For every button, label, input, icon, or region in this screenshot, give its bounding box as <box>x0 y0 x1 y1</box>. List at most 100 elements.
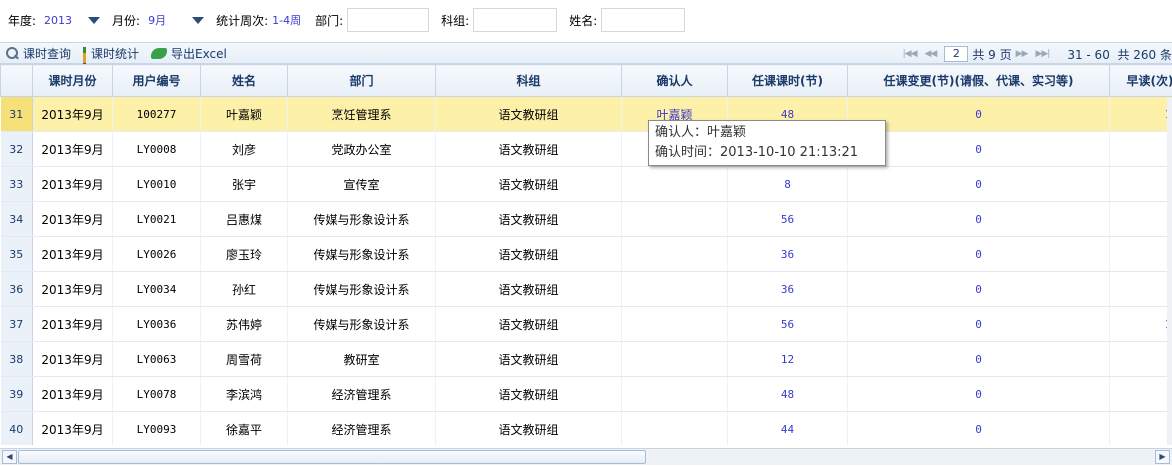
cell-name: 刘彦 <box>200 131 288 167</box>
query-button-label: 课时查询 <box>23 46 72 61</box>
cell-morning-reading: 4 <box>1109 271 1172 307</box>
cell-department: 烹饪管理系 <box>287 96 436 132</box>
table-row[interactable]: 352013年9月LY0026廖玉玲传媒与形象设计系语文教研组 3604 <box>0 236 1172 272</box>
month-select[interactable]: 9月 <box>144 9 205 31</box>
bar-chart-icon <box>83 46 87 76</box>
export-excel-label: 导出Excel <box>171 46 227 61</box>
row-number-header <box>0 64 33 97</box>
prev-page-icon[interactable]: ◀◀ <box>925 49 938 59</box>
month-select-value: 9月 <box>148 14 167 27</box>
cell-morning-reading: 4 <box>1109 236 1172 272</box>
table-row[interactable]: 392013年9月LY0078李滨鸿经济管理系语文教研组 4804 <box>0 376 1172 412</box>
export-excel-button[interactable]: 导出Excel <box>151 45 227 62</box>
scroll-left-icon[interactable]: ◀ <box>2 450 17 464</box>
cell-name: 苏伟婷 <box>200 306 288 342</box>
cell-morning-reading: 0 <box>1109 341 1172 377</box>
column-header[interactable]: 课时月份 <box>32 64 113 97</box>
page-number-input[interactable]: 2 <box>944 46 969 62</box>
first-page-icon[interactable]: |◀◀ <box>903 49 918 59</box>
cell-hours: 12 <box>727 341 848 377</box>
column-header[interactable]: 用户编号 <box>112 64 201 97</box>
table-row[interactable]: 362013年9月LY0034孙红传媒与形象设计系语文教研组3604 <box>0 271 1172 307</box>
cell-department: 经济管理系 <box>287 376 436 412</box>
year-select[interactable]: 2013 <box>40 9 101 31</box>
week-value[interactable]: 1-4周 <box>272 12 301 28</box>
dept-input[interactable] <box>347 8 430 32</box>
cell-month: 2013年9月 <box>32 271 113 307</box>
table-row[interactable]: 312013年9月100277叶嘉颖烹饪管理系语文教研组叶嘉颖48016 <box>0 96 1172 132</box>
cell-group: 语文教研组 <box>435 201 622 237</box>
column-header[interactable]: 姓名 <box>200 64 288 97</box>
cell-confirmer <box>621 341 728 377</box>
column-header[interactable]: 确认人 <box>621 64 728 97</box>
scroll-right-icon[interactable]: ▶ <box>1155 450 1170 464</box>
cell-user-id: LY0010 <box>112 166 201 202</box>
table-row[interactable]: 332013年9月LY0010张宇宣传室语文教研组800 <box>0 166 1172 202</box>
year-label: 年度: <box>8 13 37 28</box>
tooltip-confirm-time: 确认时间：2013-10-10 21:13:21 <box>655 145 859 160</box>
record-range: 31 - 60 共 260 条 <box>1067 47 1172 62</box>
cell-month: 2013年9月 <box>32 376 113 412</box>
cell-confirmer <box>621 166 728 202</box>
search-icon <box>6 46 19 60</box>
row-number: 39 <box>0 376 33 412</box>
table-row[interactable]: 372013年9月LY0036苏伟婷传媒与形象设计系语文教研组 56012 <box>0 306 1172 342</box>
cell-name: 廖玉玲 <box>200 236 288 272</box>
cell-change: 0 <box>847 201 1110 237</box>
cell-department: 传媒与形象设计系 <box>287 306 436 342</box>
column-header[interactable]: 科组 <box>435 64 622 97</box>
cell-user-id: LY0093 <box>112 411 201 445</box>
row-number: 32 <box>0 131 33 167</box>
cell-group: 语文教研组 <box>435 166 622 202</box>
cell-change: 0 <box>847 236 1110 272</box>
cell-change: 0 <box>847 271 1110 307</box>
row-number: 34 <box>0 201 33 237</box>
cell-group: 语文教研组 <box>435 236 622 272</box>
cell-change: 0 <box>847 341 1110 377</box>
cell-change: 0 <box>847 411 1110 445</box>
cell-name: 徐嘉平 <box>200 411 288 445</box>
name-input[interactable] <box>601 8 686 32</box>
stats-button[interactable]: 课时统计 <box>83 45 139 76</box>
cell-hours: 56 <box>727 306 848 342</box>
next-page-icon[interactable]: ▶▶ <box>1016 49 1029 59</box>
column-header[interactable]: 部门 <box>287 64 436 97</box>
scrollbar-thumb[interactable] <box>18 450 646 464</box>
query-button[interactable]: 课时查询 <box>6 45 71 62</box>
last-page-icon[interactable]: ▶▶| <box>1035 49 1050 59</box>
cell-department: 党政办公室 <box>287 131 436 167</box>
column-header[interactable]: 早读(次) <box>1109 64 1172 97</box>
cell-confirmer <box>621 201 728 237</box>
chevron-down-icon[interactable] <box>88 16 101 24</box>
horizontal-scrollbar[interactable]: ◀ ▶ <box>0 448 1172 465</box>
vertical-scrollbar[interactable] <box>1167 98 1172 445</box>
table-row[interactable]: 402013年9月LY0093徐嘉平经济管理系语文教研组 4408 <box>0 411 1172 445</box>
cell-department: 传媒与形象设计系 <box>287 236 436 272</box>
column-header[interactable]: 任课变更(节)(请假、代课、实习等) <box>847 64 1110 97</box>
table-row[interactable]: 342013年9月LY0021吕惠煤传媒与形象设计系语文教研组 5604 <box>0 201 1172 237</box>
cell-user-id: LY0036 <box>112 306 201 342</box>
cell-change: 0 <box>847 96 1110 132</box>
cell-user-id: LY0021 <box>112 201 201 237</box>
chevron-down-icon[interactable] <box>192 16 205 24</box>
cell-confirmer <box>621 306 728 342</box>
cell-month: 2013年9月 <box>32 411 113 445</box>
table-row[interactable]: 322013年9月LY0008刘彦党政办公室语文教研组 04 <box>0 131 1172 167</box>
cell-user-id: LY0063 <box>112 341 201 377</box>
column-header[interactable]: 任课课时(节) <box>727 64 848 97</box>
cell-department: 传媒与形象设计系 <box>287 201 436 237</box>
group-input[interactable] <box>473 8 558 32</box>
table-row[interactable]: 382013年9月LY0063周雪荷教研室语文教研组1200 <box>0 341 1172 377</box>
cell-morning-reading: 4 <box>1109 201 1172 237</box>
row-number: 40 <box>0 411 33 445</box>
cell-group: 语文教研组 <box>435 96 622 132</box>
cell-name: 周雪荷 <box>200 341 288 377</box>
cell-confirmer <box>621 271 728 307</box>
cell-name: 叶嘉颖 <box>200 96 288 132</box>
cell-name: 吕惠煤 <box>200 201 288 237</box>
cell-confirmer <box>621 411 728 445</box>
cell-change: 0 <box>847 131 1110 167</box>
cell-morning-reading: 4 <box>1109 131 1172 167</box>
dept-label: 部门: <box>315 13 344 28</box>
cell-department: 传媒与形象设计系 <box>287 271 436 307</box>
